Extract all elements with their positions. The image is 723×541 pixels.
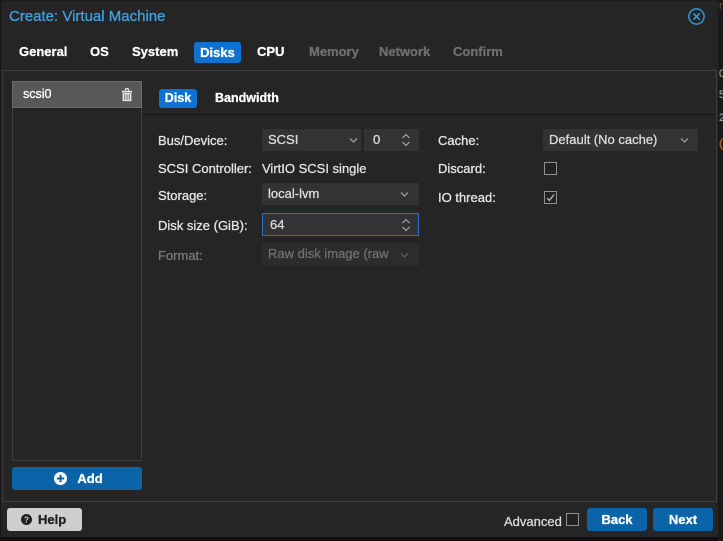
svg-text:?: ? — [24, 515, 29, 524]
